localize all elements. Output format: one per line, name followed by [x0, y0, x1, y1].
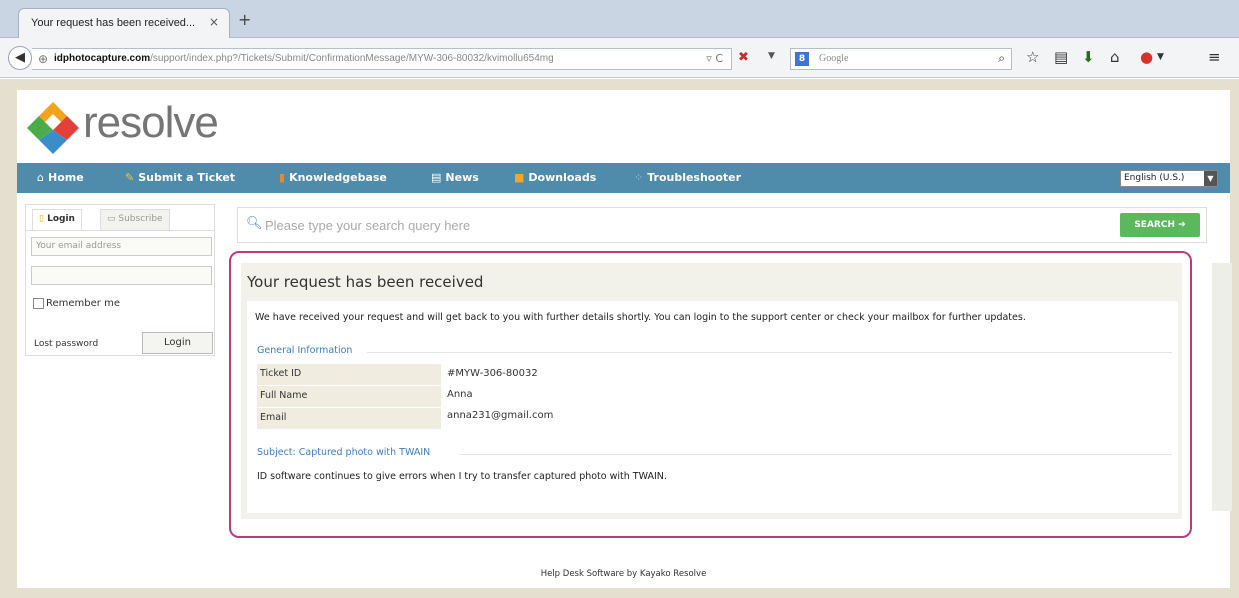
news-icon: ▤: [431, 171, 442, 184]
confirmation-body: We have received your request and will g…: [247, 301, 1178, 513]
chevron-down-icon[interactable]: ▼: [768, 51, 775, 61]
book-icon: ▮: [279, 171, 286, 184]
remember-me-checkbox[interactable]: [33, 298, 44, 309]
nav-troubleshooter[interactable]: ⁘ Troubleshooter: [634, 171, 741, 184]
divider: [459, 454, 1172, 455]
subject-body: ID software continues to give errors whe…: [257, 471, 667, 482]
login-button[interactable]: Login: [142, 332, 213, 354]
adblock-icon[interactable]: ●: [1140, 48, 1153, 66]
confirmation-panel: Your request has been received We have r…: [241, 263, 1182, 519]
browser-tab-bar: Your request has been received... × +: [0, 0, 1239, 38]
divider: [367, 352, 1172, 353]
arrow-right-icon: ➜: [1178, 220, 1186, 230]
menu-icon[interactable]: ≡: [1208, 48, 1221, 66]
nav-troubleshooter-label: Troubleshooter: [647, 171, 742, 184]
main-nav: ⌂ Home ✎ Submit a Ticket ▮ Knowledgebase ▤ N…: [17, 163, 1230, 193]
nav-news[interactable]: ▤ News: [431, 171, 479, 184]
url-path: /support/index.php?/Tickets/Submit/Confi…: [150, 53, 554, 64]
download-box-icon: ■: [514, 171, 525, 184]
site-logo[interactable]: resolve: [25, 98, 245, 158]
globe-icon: ⊕: [38, 52, 49, 66]
close-icon[interactable]: ×: [209, 15, 219, 29]
page-viewport: resolve ⌂ Home ✎ Submit a Ticket ▮ Knowledg…: [0, 79, 1239, 598]
nav-news-label: News: [445, 171, 479, 184]
general-info-title: General Information: [257, 345, 353, 356]
reload-icon[interactable]: ▿ C: [706, 52, 723, 65]
nav-kb-label: Knowledgebase: [289, 171, 387, 184]
tab-subscribe[interactable]: ▭ Subscribe: [100, 209, 170, 231]
browser-search-bar[interactable]: 8 Google ⌕: [790, 48, 1012, 70]
search-icon: 🔍︎: [246, 216, 263, 231]
addon-icon[interactable]: ✖: [738, 50, 749, 65]
search-icon[interactable]: ⌕: [998, 51, 1005, 66]
full-name-value: Anna: [447, 389, 473, 400]
remember-me-label: Remember me: [46, 298, 120, 309]
nav-submit-ticket[interactable]: ✎ Submit a Ticket: [125, 171, 235, 184]
subject-title: Subject: Captured photo with TWAIN: [257, 447, 431, 458]
nav-submit-label: Submit a Ticket: [138, 171, 235, 184]
chevron-down-icon[interactable]: ▼: [1157, 52, 1164, 62]
browser-search-input[interactable]: Google: [819, 53, 848, 64]
email-value: anna231@gmail.com: [447, 410, 554, 421]
new-tab-icon[interactable]: +: [238, 10, 251, 29]
pencil-icon: ✎: [125, 171, 135, 184]
nav-home[interactable]: ⌂ Home: [37, 171, 84, 184]
ticket-id-label: Ticket ID: [257, 364, 441, 385]
back-arrow-icon[interactable]: ◀: [8, 46, 32, 70]
search-button[interactable]: SEARCH ➜: [1120, 213, 1200, 237]
tab-login-label: Login: [47, 214, 75, 224]
search-button-label: SEARCH: [1134, 220, 1175, 230]
login-form: Your email address Remember me Lost pass…: [26, 230, 214, 356]
page-container: resolve ⌂ Home ✎ Submit a Ticket ▮ Knowledg…: [17, 90, 1232, 588]
logo-diamond-icon: [27, 102, 79, 154]
chevron-down-icon[interactable]: ▼: [1204, 171, 1217, 186]
language-value: English (U.S.): [1124, 173, 1185, 183]
tab-title: Your request has been received...: [31, 17, 196, 29]
kb-search-box[interactable]: 🔍︎ Please type your search query here SE…: [237, 207, 1207, 243]
key-icon: ▯: [39, 214, 48, 224]
confirmation-message: We have received your request and will g…: [255, 312, 1026, 323]
bookmark-star-icon[interactable]: ☆: [1026, 48, 1039, 66]
tab-subscribe-label: Subscribe: [118, 214, 163, 224]
home-icon: ⌂: [37, 171, 44, 184]
logo-text: resolve: [83, 98, 219, 147]
browser-toolbar: ◀ ⊕ idphotocapture.com/support/index.php…: [0, 38, 1239, 78]
browser-tab[interactable]: Your request has been received... ×: [18, 8, 230, 38]
address-bar[interactable]: ⊕ idphotocapture.com/support/index.php?/…: [32, 48, 732, 70]
confirmation-highlight: Your request has been received We have r…: [229, 251, 1192, 538]
nav-downloads[interactable]: ■ Downloads: [514, 171, 596, 184]
nav-downloads-label: Downloads: [528, 171, 597, 184]
lost-password-link[interactable]: Lost password: [34, 339, 98, 349]
footer-credit[interactable]: Help Desk Software by Kayako Resolve: [17, 569, 1230, 579]
troubleshooter-icon: ⁘: [634, 171, 644, 184]
ticket-id-value: #MYW-306-80032: [447, 368, 538, 379]
full-name-label: Full Name: [257, 386, 441, 407]
nav-knowledgebase[interactable]: ▮ Knowledgebase: [279, 171, 387, 184]
tab-login[interactable]: ▯ Login: [32, 209, 82, 231]
content-panel-edge: [1212, 263, 1232, 511]
download-icon[interactable]: ⬇: [1082, 48, 1095, 66]
nav-home-label: Home: [47, 171, 84, 184]
search-engine-icon[interactable]: 8: [795, 52, 809, 66]
mail-icon: ▭: [107, 214, 119, 224]
email-field[interactable]: Your email address: [31, 237, 212, 256]
search-input[interactable]: Please type your search query here: [265, 218, 470, 233]
page-title: Your request has been received: [247, 273, 484, 291]
url-domain: idphotocapture.com: [54, 53, 151, 64]
login-panel: ▯ Login ▭ Subscribe Your email address R…: [25, 204, 215, 356]
reading-list-icon[interactable]: ▤: [1054, 48, 1068, 66]
home-icon[interactable]: ⌂: [1110, 48, 1120, 66]
password-field[interactable]: [31, 266, 212, 285]
language-select[interactable]: English (U.S.) ▼: [1120, 170, 1218, 187]
url-text: idphotocapture.com/support/index.php?/Ti…: [54, 53, 554, 64]
email-label: Email: [257, 408, 441, 429]
